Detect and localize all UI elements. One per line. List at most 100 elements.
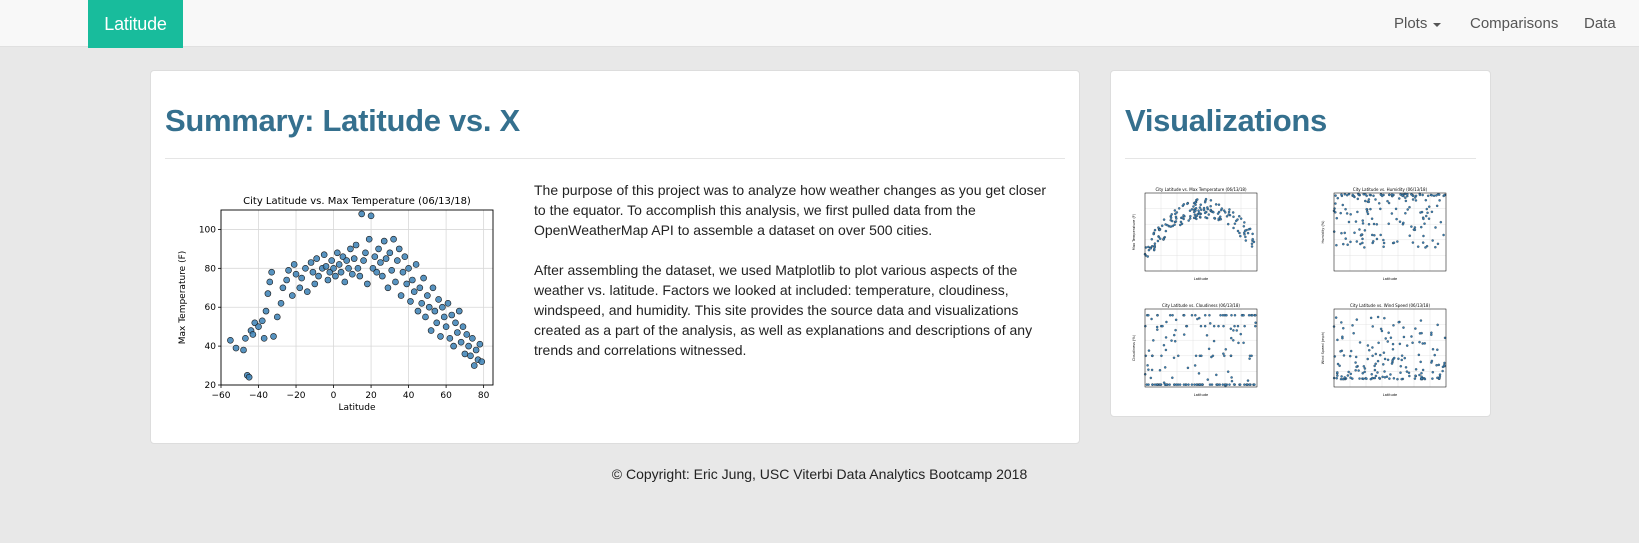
thumbnail-point (1418, 193, 1422, 197)
thumbnail-point (1421, 368, 1425, 372)
summary-paragraph-2: After assembling the dataset, we used Ma… (534, 262, 1033, 358)
thumbnail-point (1436, 242, 1440, 246)
data-point (446, 335, 454, 342)
thumbnail-point (1227, 210, 1231, 214)
thumbnail-point (1390, 362, 1394, 365)
thumbnail-point (1150, 354, 1154, 358)
thumbnail-point (1171, 314, 1174, 317)
data-point (454, 329, 461, 336)
thumbnail-point (1173, 333, 1176, 337)
thumbnail-frame (1333, 192, 1447, 272)
thumbnail-point (1173, 209, 1177, 212)
thumbnail-point (1251, 314, 1254, 317)
data-point (315, 272, 322, 280)
thumbnail-point (1194, 314, 1197, 317)
thumbnail-point (1356, 210, 1359, 214)
thumbnail-point (1404, 199, 1408, 203)
thumbnail-point (1382, 238, 1385, 242)
thumbnail-point (1243, 324, 1246, 328)
thumbnail-point (1206, 378, 1210, 381)
thumbnail-point (1168, 383, 1171, 386)
nav-comparisons[interactable]: Comparisons (1470, 0, 1558, 47)
data-point (266, 278, 274, 286)
data-point (469, 335, 476, 342)
data-point (313, 255, 320, 262)
thumbnail-point (1164, 336, 1168, 339)
thumbnail-point (1160, 354, 1163, 358)
thumbnail-point (1398, 197, 1401, 200)
thumbnail-point (1410, 225, 1413, 228)
data-point (360, 257, 367, 264)
thumbnail-wind-speed[interactable]: City Latitude vs. Wind Speed (06/13/18) L… (1318, 301, 1453, 401)
data-point (407, 298, 414, 305)
data-point (285, 266, 292, 274)
thumbnail-point (1342, 327, 1345, 330)
thumbnail-point (1344, 237, 1347, 240)
thumbnail-point (1147, 245, 1150, 249)
thumbnail-point (1416, 245, 1420, 248)
thumbnail-point (1374, 374, 1378, 378)
thumbnail-point (1168, 314, 1172, 317)
thumbnail-point (1181, 216, 1184, 219)
thumbnail-point (1405, 370, 1409, 373)
thumbnail-point (1357, 193, 1361, 197)
thumbnail-point (1344, 207, 1347, 211)
thumbnail-point (1335, 243, 1338, 247)
thumbnail-cloudiness[interactable]: City Latitude vs. Cloudiness (06/13/18) L… (1129, 301, 1264, 401)
thumbnail-point (1421, 342, 1424, 345)
data-point (437, 333, 444, 340)
thumbnail-point (1153, 383, 1157, 386)
thumbnail-point (1232, 329, 1235, 332)
thumbnail-y-label: Cloudiness (%) (1132, 334, 1136, 361)
thumbnail-point (1345, 193, 1349, 197)
thumbnail-point (1200, 208, 1203, 211)
data-point (358, 210, 365, 218)
thumbnail-point (1203, 324, 1207, 328)
brand-link[interactable]: Latitude (88, 0, 183, 48)
y-tick-label: 60 (205, 303, 217, 313)
thumbnail-point (1378, 376, 1381, 380)
thumbnail-point (1194, 354, 1198, 358)
nav-data[interactable]: Data (1584, 0, 1616, 47)
thumbnail-point (1230, 379, 1234, 383)
thumbnail-point (1150, 368, 1154, 372)
thumbnail-point (1194, 201, 1197, 204)
thumbnail-point (1437, 363, 1441, 367)
thumbnail-point (1364, 199, 1367, 203)
thumbnail-point (1362, 377, 1365, 381)
thumbnail-point (1198, 215, 1202, 218)
thumbnail-point (1217, 203, 1221, 206)
data-point (354, 265, 362, 272)
thumbnail-point (1236, 324, 1240, 328)
thumbnail-point (1414, 374, 1417, 377)
thumbnail-point (1177, 354, 1180, 358)
thumbnail-point (1376, 371, 1379, 374)
thumbnail-point (1340, 375, 1343, 378)
thumbnail-point (1442, 233, 1445, 237)
thumbnail-point (1443, 193, 1446, 197)
thumbnail-point (1197, 211, 1201, 214)
thumbnail-point (1147, 383, 1150, 386)
thumbnail-point (1399, 371, 1402, 374)
thumbnail-point (1397, 357, 1400, 360)
thumbnail-point (1384, 337, 1387, 340)
thumbnail-point (1246, 231, 1250, 235)
x-tick-label: 20 (365, 391, 377, 401)
data-point (328, 257, 335, 264)
data-point (322, 263, 330, 270)
thumbnail-point (1354, 369, 1357, 372)
thumbnail-point (1383, 376, 1387, 379)
thumbnail-point (1431, 239, 1434, 242)
data-point (403, 280, 411, 288)
thumbnail-point (1162, 381, 1166, 384)
nav-plots-dropdown[interactable]: Plots (1394, 0, 1442, 47)
thumbnail-point (1245, 383, 1249, 386)
data-point (380, 237, 388, 245)
data-point (373, 268, 380, 276)
thumbnail-point (1147, 248, 1151, 252)
thumbnail-temperature[interactable]: City Latitude vs. Max Temperature (06/13… (1129, 185, 1264, 285)
data-point (444, 300, 452, 307)
thumbnail-humidity[interactable]: City Latitude vs. Humidity (06/13/18) Lat… (1318, 185, 1453, 285)
thumbnail-point (1387, 201, 1391, 205)
thumbnail-point (1435, 204, 1439, 208)
